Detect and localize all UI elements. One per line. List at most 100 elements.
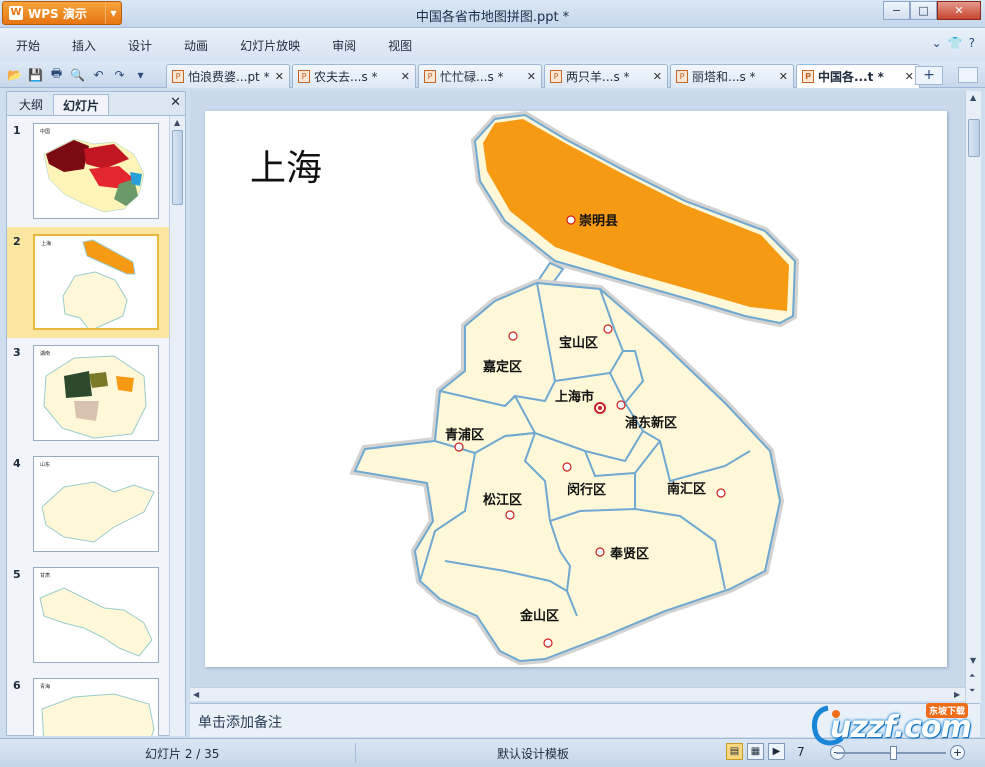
thumbnail-title: 青海 xyxy=(40,684,51,690)
notes-placeholder[interactable]: 单击添加备注 xyxy=(198,712,282,732)
tab-label: 两只羊...s * xyxy=(566,70,630,84)
label-chongming: 崇明县 xyxy=(579,213,618,229)
slides-pane: 大纲 幻灯片 ✕ 1 中国 2 上海 3 湖南 4 山东 5 甘肃 6 青海 ▲ xyxy=(6,91,186,736)
label-minhang: 闵行区 xyxy=(567,482,606,498)
tab-close-icon[interactable]: ✕ xyxy=(275,70,284,83)
window-controls: − □ ✕ xyxy=(883,1,981,20)
thumbnail-title: 中国 xyxy=(40,129,51,135)
slide-number: 1 xyxy=(13,124,21,137)
tab-close-icon[interactable]: ✕ xyxy=(905,70,914,83)
print-preview-icon[interactable]: 🔍 xyxy=(69,66,86,83)
slide-preview[interactable]: 青海 xyxy=(33,678,159,736)
tab-close-icon[interactable]: ✕ xyxy=(653,70,662,83)
scroll-right-icon[interactable]: ▶ xyxy=(954,690,960,699)
slide-thumbnail[interactable]: 6 青海 xyxy=(7,671,169,736)
skin-shirt-icon[interactable]: 👕 xyxy=(948,36,963,50)
view-buttons: ▤ ▦ ▶ xyxy=(726,743,785,760)
tab-slides[interactable]: 幻灯片 xyxy=(53,94,110,115)
tab-close-icon[interactable]: ✕ xyxy=(527,70,536,83)
slide-thumbnail[interactable]: 2 上海 xyxy=(7,227,169,338)
slide-preview[interactable]: 中国 xyxy=(33,123,159,219)
slide-title[interactable]: 上海 xyxy=(250,139,322,191)
tabs: P 怕浪费婆...pt * ✕ P 农夫去...s * ✕ P 忙忙碌...s … xyxy=(166,64,922,88)
tab-label: 农夫去...s * xyxy=(314,70,378,84)
tab-close-icon[interactable]: ✕ xyxy=(401,70,410,83)
thumbnail-title: 湖南 xyxy=(40,351,51,357)
ppt-file-icon: P xyxy=(550,70,562,83)
tab-list-button[interactable] xyxy=(958,67,978,83)
menu-animation[interactable]: 动画 xyxy=(168,37,224,54)
ppt-file-icon: P xyxy=(298,70,310,83)
slideshow-icon[interactable]: ▶ xyxy=(768,743,785,760)
menu-slideshow[interactable]: 幻灯片放映 xyxy=(224,37,316,54)
menu-insert[interactable]: 插入 xyxy=(56,37,112,54)
editor-horizontal-scrollbar[interactable]: ◀ ▶ xyxy=(190,687,965,701)
slide-number: 3 xyxy=(13,346,21,359)
slide-number: 5 xyxy=(13,568,21,581)
slide-sorter-icon[interactable]: ▦ xyxy=(747,743,764,760)
menu-view[interactable]: 视图 xyxy=(372,37,428,54)
tab-outline[interactable]: 大纲 xyxy=(9,94,53,115)
tab-label: 丽塔和...s * xyxy=(692,70,756,84)
tab-label: 中国各...t * xyxy=(818,70,884,84)
status-divider xyxy=(355,743,356,763)
scroll-up-icon[interactable]: ▲ xyxy=(174,118,180,127)
thumbnail-scrollbar[interactable]: ▲ xyxy=(169,116,185,736)
menu-review[interactable]: 审阅 xyxy=(316,37,372,54)
redo-icon[interactable]: ↷ xyxy=(111,66,128,83)
shandong-map-thumbnail xyxy=(41,481,155,543)
scrollbar-thumb[interactable] xyxy=(968,119,980,157)
help-icon[interactable]: ? xyxy=(969,36,975,50)
slide-thumbnail[interactable]: 3 湖南 xyxy=(7,338,169,449)
label-pudong: 浦东新区 xyxy=(625,415,677,431)
site-watermark: uzzf.com 东坡下载 xyxy=(808,702,980,750)
menu-bar: 开始 插入 设计 动画 幻灯片放映 审阅 视图 ⌄ 👕 ? xyxy=(0,28,985,62)
qinghai-map-thumbnail xyxy=(41,693,155,736)
open-folder-icon[interactable]: 📂 xyxy=(6,66,23,83)
tab-document-5[interactable]: P 丽塔和...s * ✕ xyxy=(670,64,794,88)
minimize-button[interactable]: − xyxy=(883,1,910,20)
next-slide-icon[interactable]: ⏷ xyxy=(969,686,975,696)
scroll-up-icon[interactable]: ▲ xyxy=(970,93,976,102)
current-slide[interactable]: 崇明县 宝山区 嘉定区 上海市 浦东新区 青浦区 松江区 闵行区 南汇区 奉贤区… xyxy=(205,111,947,667)
normal-view-icon[interactable]: ▤ xyxy=(726,743,743,760)
tab-label: 怕浪费婆...pt * xyxy=(188,70,270,84)
thumbnail-title: 上海 xyxy=(41,241,52,247)
slide-thumbnail[interactable]: 1 中国 xyxy=(7,116,169,227)
customize-toolbar-icon[interactable]: ▾ xyxy=(132,66,149,83)
collapse-ribbon-icon[interactable]: ⌄ xyxy=(932,36,942,50)
slide-preview[interactable]: 湖南 xyxy=(33,345,159,441)
slide-thumbnail[interactable]: 5 甘肃 xyxy=(7,560,169,671)
gansu-map-thumbnail xyxy=(39,587,153,657)
tab-document-6[interactable]: P 中国各...t * ✕ xyxy=(796,64,920,88)
tab-document-1[interactable]: P 怕浪费婆...pt * ✕ xyxy=(166,64,290,88)
previous-slide-icon[interactable]: ⏶ xyxy=(969,671,975,681)
slide-preview[interactable]: 山东 xyxy=(33,456,159,552)
slide-number: 4 xyxy=(13,457,21,470)
slide-thumbnail[interactable]: 4 山东 xyxy=(7,449,169,560)
slide-counter: 幻灯片 2 / 35 xyxy=(145,747,220,761)
label-jiading: 嘉定区 xyxy=(482,359,522,375)
tab-document-2[interactable]: P 农夫去...s * ✕ xyxy=(292,64,416,88)
label-fengxian: 奉贤区 xyxy=(609,546,649,562)
ppt-file-icon: P xyxy=(172,70,184,83)
restore-button[interactable]: □ xyxy=(910,1,937,20)
scroll-down-icon[interactable]: ▼ xyxy=(970,656,976,665)
tab-document-3[interactable]: P 忙忙碌...s * ✕ xyxy=(418,64,542,88)
print-icon[interactable]: 🖶 xyxy=(48,66,65,83)
tab-document-4[interactable]: P 两只羊...s * ✕ xyxy=(544,64,668,88)
slide-preview[interactable]: 甘肃 xyxy=(33,567,159,663)
save-icon[interactable]: 💾 xyxy=(27,66,44,83)
menu-home[interactable]: 开始 xyxy=(0,37,56,54)
new-tab-button[interactable]: + xyxy=(915,66,943,85)
close-button[interactable]: ✕ xyxy=(937,1,981,20)
editor-vertical-scrollbar[interactable]: ▲ ▼ ⏶ ⏷ xyxy=(965,91,981,703)
undo-icon[interactable]: ↶ xyxy=(90,66,107,83)
scroll-left-icon[interactable]: ◀ xyxy=(193,690,199,699)
scrollbar-thumb[interactable] xyxy=(172,130,183,205)
menu-design[interactable]: 设计 xyxy=(112,37,168,54)
tab-close-icon[interactable]: ✕ xyxy=(779,70,788,83)
pane-close-icon[interactable]: ✕ xyxy=(170,95,181,110)
slide-preview[interactable]: 上海 xyxy=(33,234,159,330)
china-map-thumbnail xyxy=(43,138,145,213)
